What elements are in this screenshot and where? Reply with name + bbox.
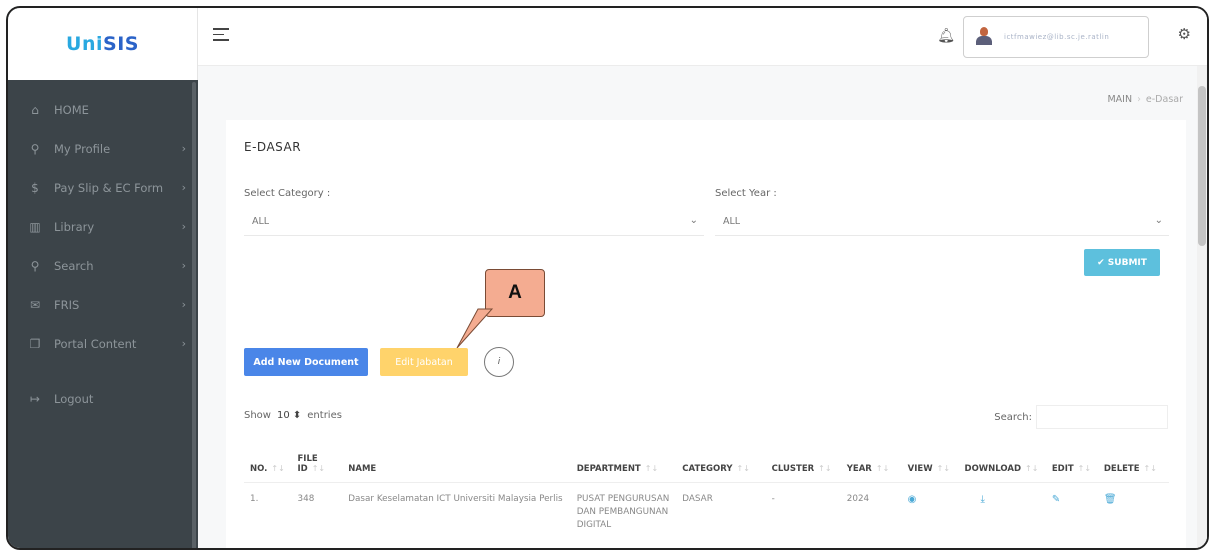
edasar-card: E-DASAR Select Category : ALL ⌄ Select Y…: [226, 120, 1186, 548]
chevron-right-icon: ›: [181, 337, 186, 350]
chevron-down-icon: ⌄: [1154, 215, 1163, 226]
search-icon: ⚲: [30, 141, 40, 156]
sidebar-menu: ⌂ HOME ⚲ My Profile › $ Pay Slip & EC Fo…: [8, 80, 198, 418]
avatar: [976, 27, 992, 45]
cell-category: DASAR: [682, 494, 713, 504]
breadcrumb-current: e-Dasar: [1145, 94, 1183, 105]
year-select[interactable]: ALL ⌄: [715, 208, 1169, 236]
cell-cluster: -: [771, 494, 775, 504]
documents-table: NO. ↑↓ FILE ID ↑↓ NAME DEPARTMENT ↑↓ CATEGO…: [244, 450, 1169, 536]
table-row: 1. 348 Dasar Keselamatan ICT Universiti …: [244, 483, 1169, 537]
sidebar-item-home[interactable]: ⌂ HOME: [8, 90, 198, 129]
chevron-right-icon: ›: [181, 142, 186, 155]
edit-icon[interactable]: ✎: [1052, 494, 1060, 505]
app-window: UniSIS ⌂ HOME ⚲ My Profile › $ Pay Slip …: [6, 6, 1209, 550]
page-scrollbar[interactable]: [1197, 66, 1207, 548]
sidebar-item-pay-slip[interactable]: $ Pay Slip & EC Form ›: [8, 168, 198, 207]
col-name[interactable]: NAME: [342, 450, 571, 483]
sidebar-item-label: HOME: [54, 102, 89, 117]
submit-button[interactable]: ✔ SUBMIT: [1084, 249, 1160, 276]
col-edit[interactable]: EDIT ↑↓: [1045, 450, 1098, 483]
col-no[interactable]: NO. ↑↓: [244, 450, 292, 483]
breadcrumb-root[interactable]: MAIN: [1107, 94, 1132, 105]
col-department[interactable]: DEPARTMENT ↑↓: [570, 450, 677, 483]
edit-jabatan-button[interactable]: Edit Jabatan: [380, 348, 468, 376]
gear-icon[interactable]: ⚙: [1178, 25, 1191, 43]
sidebar-item-logout[interactable]: ↦ Logout: [8, 379, 198, 418]
sidebar-item-label: Search: [54, 258, 94, 273]
entries-length: Show 10 ⬍ entries: [244, 410, 342, 421]
chevron-down-icon: ⌄: [689, 215, 698, 226]
sidebar-item-fris[interactable]: ✉ FRIS ›: [8, 285, 198, 324]
chevron-right-icon: ›: [181, 298, 186, 311]
sidebar-item-label: My Profile: [54, 141, 111, 156]
search-label: Search:: [994, 411, 1032, 423]
sidebar-item-library[interactable]: ▥ Library ›: [8, 207, 198, 246]
sidebar-item-label: Pay Slip & EC Form: [54, 180, 164, 195]
table-search: Search:: [994, 405, 1168, 429]
main-content: 🔔︎ ictfmawiez@lib.sc.je.ratlin ⚙ MAIN › e-…: [198, 8, 1207, 548]
cell-delete: 🗑︎: [1098, 483, 1169, 537]
check-icon: ✔: [1097, 257, 1108, 268]
bell-icon[interactable]: 🔔︎: [937, 28, 955, 44]
download-icon[interactable]: ⤓: [981, 494, 985, 505]
cell-year: 2024: [846, 494, 870, 504]
col-delete[interactable]: DELETE ↑↓: [1097, 450, 1169, 483]
col-category[interactable]: CATEGORY ↑↓: [676, 450, 766, 483]
sidebar-item-label: Logout: [54, 391, 94, 406]
breadcrumb: MAIN › e-Dasar: [1107, 94, 1183, 105]
entries-select[interactable]: 10 ⬍: [277, 410, 301, 421]
dollar-icon: $: [31, 180, 39, 195]
logo-area: UniSIS: [8, 8, 198, 80]
search-icon: ⚲: [30, 258, 40, 273]
chevron-right-icon: ›: [181, 181, 186, 194]
sidebar-item-label: Portal Content: [54, 336, 137, 351]
page-title: E-DASAR: [244, 140, 302, 154]
cell-edit: ✎: [1046, 483, 1098, 537]
col-cluster[interactable]: CLUSTER ↑↓: [765, 450, 841, 483]
user-email: ictfmawiez@lib.sc.je.ratlin: [1004, 33, 1110, 41]
home-icon: ⌂: [31, 102, 39, 117]
chevron-right-icon: ›: [181, 220, 186, 233]
menu-toggle-icon[interactable]: [213, 28, 229, 45]
cell-name: Dasar Keselamatan ICT Universiti Malaysi…: [348, 494, 563, 504]
table-header-row: NO. ↑↓ FILE ID ↑↓ NAME DEPARTMENT ↑↓ CATEGO…: [244, 450, 1169, 483]
cell-department: PUSAT PENGURUSAN DAN PEMBANGUNAN DIGITAL: [576, 494, 670, 530]
search-input[interactable]: [1036, 405, 1168, 429]
chevron-right-icon: ›: [181, 259, 186, 272]
cell-download: ⤓: [959, 483, 1046, 537]
year-value: ALL: [723, 216, 741, 227]
cell-no: 1.: [250, 494, 259, 504]
year-label: Select Year :: [715, 188, 777, 199]
cell-view: ◉: [902, 483, 959, 537]
eye-icon[interactable]: ◉: [908, 494, 917, 505]
col-year[interactable]: YEAR ↑↓: [840, 450, 902, 483]
col-download[interactable]: DOWNLOAD ↑↓: [958, 450, 1046, 483]
sidebar: UniSIS ⌂ HOME ⚲ My Profile › $ Pay Slip …: [8, 8, 198, 548]
col-view[interactable]: VIEW ↑↓: [901, 450, 959, 483]
sidebar-item-label: Library: [54, 219, 95, 234]
copy-icon: ❐: [29, 336, 41, 351]
mail-icon: ✉: [29, 297, 41, 312]
book-icon: ▥: [29, 219, 41, 234]
sidebar-item-portal-content[interactable]: ❐ Portal Content ›: [8, 324, 198, 363]
sidebar-item-my-profile[interactable]: ⚲ My Profile ›: [8, 129, 198, 168]
sidebar-scrollbar[interactable]: [192, 82, 196, 548]
top-bar: 🔔︎ ictfmawiez@lib.sc.je.ratlin ⚙: [198, 8, 1207, 66]
info-button[interactable]: i: [484, 347, 514, 377]
add-new-document-button[interactable]: Add New Document: [244, 348, 368, 376]
sidebar-item-label: FRIS: [54, 297, 80, 312]
logout-icon: ↦: [29, 391, 41, 406]
col-file-id[interactable]: FILE ID ↑↓: [291, 450, 343, 483]
category-label: Select Category :: [244, 188, 331, 199]
app-logo[interactable]: UniSIS: [66, 33, 139, 55]
trash-icon[interactable]: 🗑︎: [1104, 494, 1117, 505]
category-select[interactable]: ALL ⌄: [244, 208, 704, 236]
sidebar-item-search[interactable]: ⚲ Search ›: [8, 246, 198, 285]
user-dropdown[interactable]: ictfmawiez@lib.sc.je.ratlin: [963, 16, 1149, 58]
scrollbar-thumb[interactable]: [1198, 86, 1206, 246]
cell-file-id: 348: [297, 494, 315, 504]
category-value: ALL: [252, 216, 270, 227]
